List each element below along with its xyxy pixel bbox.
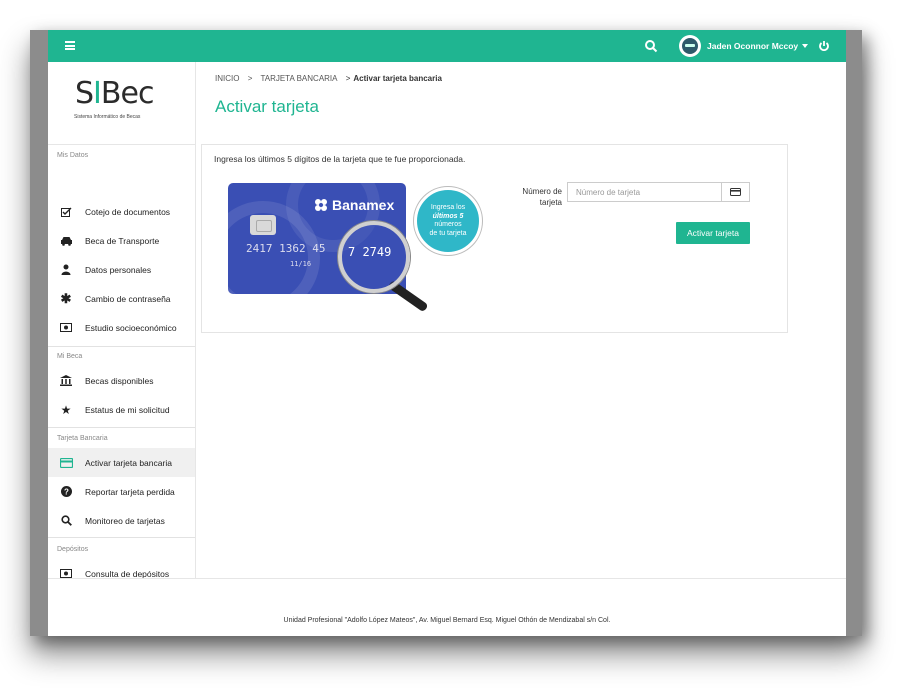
bank-brand: Banamex [332,197,395,213]
checkbox-icon [59,206,73,218]
user-name: Jaden Oconnor Mccoy [707,41,799,51]
divider [48,427,195,428]
breadcrumb-item-inicio[interactable]: INICIO [215,74,239,83]
section-title-mi-beca: Mi Beca [57,353,83,360]
sidebar-item-estudio-socioeconomico[interactable]: Estudio socioeconómico [48,313,195,342]
card-expiry: 11/16 [290,260,312,268]
activate-card-button[interactable]: Activar tarjeta [676,222,750,244]
sidebar-item-label: Datos personales [85,264,152,275]
bank-logo: Banamex [314,197,394,213]
footer-address: Unidad Profesional "Adolfo López Mateos"… [283,617,611,624]
app-window: Jaden Oconnor Mccoy SIBec Sistema Inform… [48,30,846,636]
credit-card-icon [59,457,73,469]
banamex-logo-icon [315,199,327,211]
sidebar-item-label: Activar tarjeta bancaria [85,457,172,468]
car-icon [59,235,73,247]
sidebar-item-becas-disponibles[interactable]: Becas disponibles [48,366,195,395]
logo-subtitle: Sistema Informático de Becas [74,114,141,120]
instruction-text: Ingresa los últimos 5 dígitos de la tarj… [214,154,466,164]
sidebar-item-label: Estudio socioeconómico [85,322,177,333]
sidebar-item-datos-personales[interactable]: Datos personales [48,255,195,284]
sidebar-item-label: Reportar tarjeta perdida [85,486,175,497]
asterisk-icon: ✱ [60,290,72,306]
sidebar-item-label: Cambio de contraseña [85,293,171,304]
sidebar-item-label: Cotejo de documentos [85,206,171,217]
hint-bubble: Ingresa los últimos 5 números de tu tarj… [414,187,482,255]
sidebar-item-label: Estatus de mi solicitud [85,404,170,415]
avatar [679,35,701,57]
search-icon[interactable] [644,39,658,53]
card-number-partial: 2417 1362 45 [246,242,326,255]
sidebar-item-estatus-solicitud[interactable]: ★ Estatus de mi solicitud [48,395,195,424]
section-title-tarjeta-bancaria: Tarjeta Bancaria [57,435,108,442]
top-bar: Jaden Oconnor Mccoy [48,30,846,62]
menu-toggle-icon[interactable] [65,41,75,50]
section-title-mis-datos: Mis Datos [57,152,89,159]
money-icon [59,322,73,334]
divider [48,537,195,538]
user-icon [59,264,73,276]
card-illustration: Banamex 2417 1362 45 11/16 7 2749 Ingres… [228,183,482,313]
logo: SIBec Sistema Informático de Becas [48,62,195,145]
chevron-down-icon [802,44,809,48]
logo-wordmark: SIBec [75,76,154,111]
sidebar-item-activar-tarjeta[interactable]: Activar tarjeta bancaria [48,448,195,477]
card-number-input[interactable] [567,182,721,202]
magnified-digits: 7 2749 [348,245,392,259]
sidebar-item-cambio-contrasena[interactable]: ✱ Cambio de contraseña [48,284,195,313]
activation-panel: Ingresa los últimos 5 dígitos de la tarj… [201,144,788,333]
question-icon: ? [59,486,73,498]
power-icon[interactable] [818,39,830,52]
svg-text:?: ? [64,488,69,497]
divider [48,346,195,347]
section-title-depositos: Depósitos [57,546,89,553]
breadcrumb: INICIO > TARJETA BANCARIA > Activar tarje… [215,74,454,83]
sidebar-item-label: Consulta de depósitos [85,568,170,579]
user-menu[interactable]: Jaden Oconnor Mccoy [679,35,809,57]
breadcrumb-separator: > [247,74,253,83]
credit-card-icon [721,182,750,202]
breadcrumb-separator: > [345,74,351,83]
sidebar-item-label: Beca de Transporte [85,235,160,246]
sidebar-item-cotejo[interactable]: Cotejo de documentos [48,197,195,226]
search-icon [59,515,73,527]
sidebar-item-label: Monitoreo de tarjetas [85,515,165,526]
card-number-label: Número de tarjeta [522,187,562,207]
card-chip [250,215,276,235]
bank-icon [59,375,73,387]
star-icon: ★ [60,402,72,417]
sidebar-item-beca-transporte[interactable]: Beca de Transporte [48,226,195,255]
sidebar-item-label: Becas disponibles [85,375,154,386]
footer: Unidad Profesional "Adolfo López Mateos"… [48,578,846,636]
breadcrumb-item-tarjeta-bancaria[interactable]: TARJETA BANCARIA [260,74,337,83]
page-title: Activar tarjeta [215,97,319,116]
sidebar: SIBec Sistema Informático de Becas Mis D… [48,62,196,579]
sidebar-item-reportar-tarjeta[interactable]: ? Reportar tarjeta perdida [48,477,195,506]
breadcrumb-current: Activar tarjeta bancaria [353,74,442,83]
sidebar-item-monitoreo-tarjetas[interactable]: Monitoreo de tarjetas [48,506,195,535]
